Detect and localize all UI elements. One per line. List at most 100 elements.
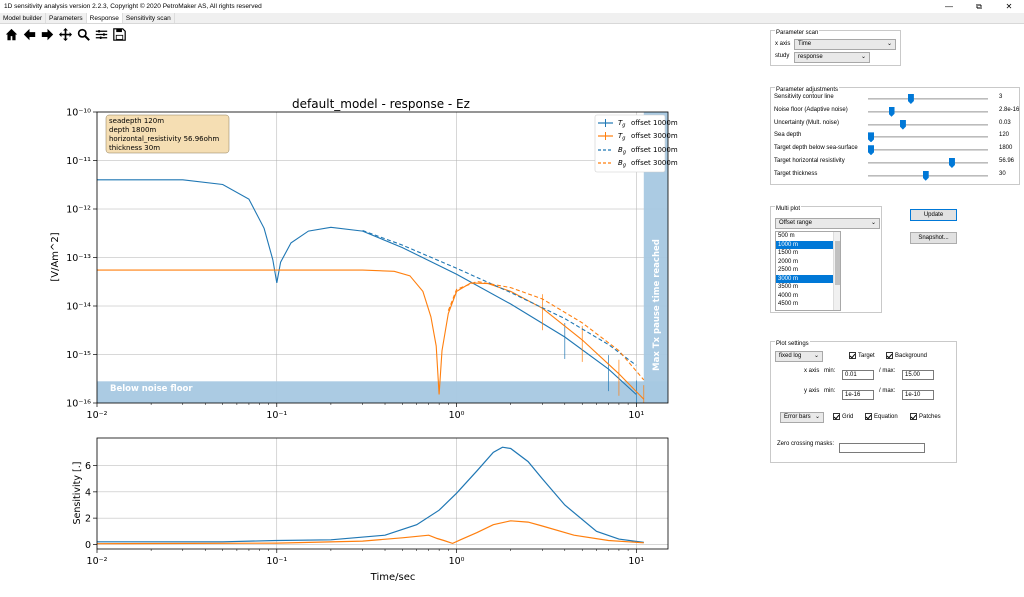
update-button[interactable]: Update [910,209,957,221]
checkmark-icon [849,352,856,359]
offset-list-items: 500 m 1000 m 1500 m 2000 m 2500 m 3000 m 3500 … [776,232,840,311]
legend-sub-0: g [622,123,625,129]
slider-track[interactable] [868,149,988,152]
chevron-down-icon: ⌄ [814,414,820,420]
scale-mode-select[interactable]: fixed log ⌄ [775,351,823,362]
grid-checkbox[interactable]: Grid [833,413,853,420]
sensitivity-plot-frame [96,437,669,550]
legend-sub-1: g [622,136,625,142]
x-tick-label: 10⁻¹ [266,410,287,421]
y-min-label: min: [824,388,836,394]
target-checkbox[interactable]: Target [849,352,875,359]
plot-canvas[interactable]: default_model - response - Ez Below nois… [0,0,760,597]
sensitivity-line-1 [97,520,644,545]
y-min-input[interactable]: 1e-16 [842,390,874,400]
error-mode-select[interactable]: Error bars ⌄ [780,412,824,423]
sensitivity-plot-y-ticks: 0 2 4 6 [85,461,97,551]
offset-range-value: Offset range [779,220,812,226]
y-tick-label: 10⁻¹² [66,205,91,216]
series-line-0 [97,179,637,395]
offset-range-select[interactable]: Offset range ⌄ [775,218,880,229]
study-select[interactable]: response ⌄ [794,52,870,63]
slider-thumb[interactable] [888,106,895,117]
scale-mode-value: fixed log [779,353,802,359]
list-item[interactable]: 2500 m [776,266,840,275]
y-tick-label: 6 [85,461,91,472]
y-max-input[interactable]: 1e-10 [902,390,934,400]
parameter-adjustments-title: Parameter adjustments [775,87,840,93]
slider-thumb[interactable] [922,170,929,181]
plot-settings-title: Plot settings [775,341,810,347]
y-tick-label: 10⁻¹⁵ [66,350,91,361]
slider-label: Target thickness [774,170,818,177]
list-item[interactable]: 4000 m [776,292,840,301]
y-tick-label: 10⁻¹¹ [66,156,91,167]
slider-thumb[interactable] [868,145,874,156]
list-item[interactable]: 3000 m [776,274,840,283]
sensitivity-plot-xlabel: Time/sec [370,572,416,583]
chevron-down-icon: ⌄ [886,41,892,47]
maximize-button[interactable]: ⧉ [964,0,994,13]
patches-checkbox[interactable]: Patches [910,413,941,420]
slider-thumb[interactable] [948,158,955,168]
slider-thumb[interactable] [868,132,874,143]
x-tick-label: 10¹ [628,556,644,567]
zero-crossing-label: Zero crossing masks: [777,441,835,447]
slider-thumb[interactable] [907,94,914,104]
slider-track[interactable] [868,162,988,164]
slider-value: 30 [999,170,1006,177]
y-tick-label: 10⁻¹⁰ [66,108,91,119]
background-checkbox[interactable]: Background [886,352,927,359]
checkmark-icon [910,413,917,420]
parameter-scan-title: Parameter scan [775,30,820,36]
plot-settings-group: Plot settings fixed log ⌄ Target Backgrou… [770,341,957,463]
x-axis-value: Time [798,41,812,47]
study-label: study [775,53,790,59]
x-max-input[interactable]: 15.00 [902,370,934,380]
application-window: 1D sensitivity analysis version 2.2.3, C… [0,0,1024,597]
snapshot-button[interactable]: Snapshot... [910,232,957,244]
slider-track[interactable] [868,123,988,126]
x-tick-label: 10⁰ [449,556,465,567]
window-controls: — ⧉ ✕ [934,0,1024,13]
x-axis-select[interactable]: Time ⌄ [794,39,896,50]
slider-track[interactable] [868,110,988,113]
annotation-depth: depth 1800m [109,126,156,134]
x-axis-range-label: x axis [804,368,820,374]
multi-plot-group: Multi plot Offset range ⌄ 500 m 1000 m 1500… [770,206,882,313]
list-item[interactable]: 2000 m [776,258,840,267]
list-item[interactable]: 5000 m [776,309,840,311]
y-axis-range-label: y axis [804,388,820,394]
slider-thumb[interactable] [899,119,906,130]
sensitivity-line-0 [97,446,644,543]
list-item[interactable]: 1000 m [776,240,840,249]
offset-listbox[interactable]: 500 m 1000 m 1500 m 2000 m 2500 m 3000 m 3500 … [775,231,841,311]
list-item[interactable]: 3500 m [776,283,840,292]
list-item[interactable]: 500 m [776,232,840,241]
legend-sub-2: g [623,150,626,156]
checkmark-icon [865,413,872,420]
legend-text-1: offset 3000m [631,132,678,140]
x-min-input[interactable]: 0.01 [842,370,874,380]
equation-checkbox[interactable]: Equation [865,413,898,420]
close-button[interactable]: ✕ [994,0,1024,13]
annotation-seadepth: seadepth 120m [109,117,164,125]
study-value: response [798,54,823,60]
slider-label: Noise floor (Adaptive noise) [774,106,848,113]
x-tick-label: 10⁻² [87,410,108,421]
slider-label: Sea depth [774,132,802,139]
offset-list-scrollbar[interactable] [833,232,840,310]
zero-crossing-input[interactable] [839,443,925,453]
scrollbar-thumb[interactable] [835,241,840,285]
x-tick-label: 10⁻¹ [266,556,287,567]
chevron-down-icon: ⌄ [870,220,876,226]
checkmark-icon [833,413,840,420]
slider-track[interactable] [868,98,988,100]
legend-text-3: offset 3000m [631,159,678,167]
legend-sub-3: g [623,163,626,169]
list-item[interactable]: 1500 m [776,249,840,258]
slider-label: Target horizontal resistivity [774,158,845,164]
list-item[interactable]: 4500 m [776,300,840,309]
slider-track[interactable] [868,136,988,139]
minimize-button[interactable]: — [934,0,964,13]
